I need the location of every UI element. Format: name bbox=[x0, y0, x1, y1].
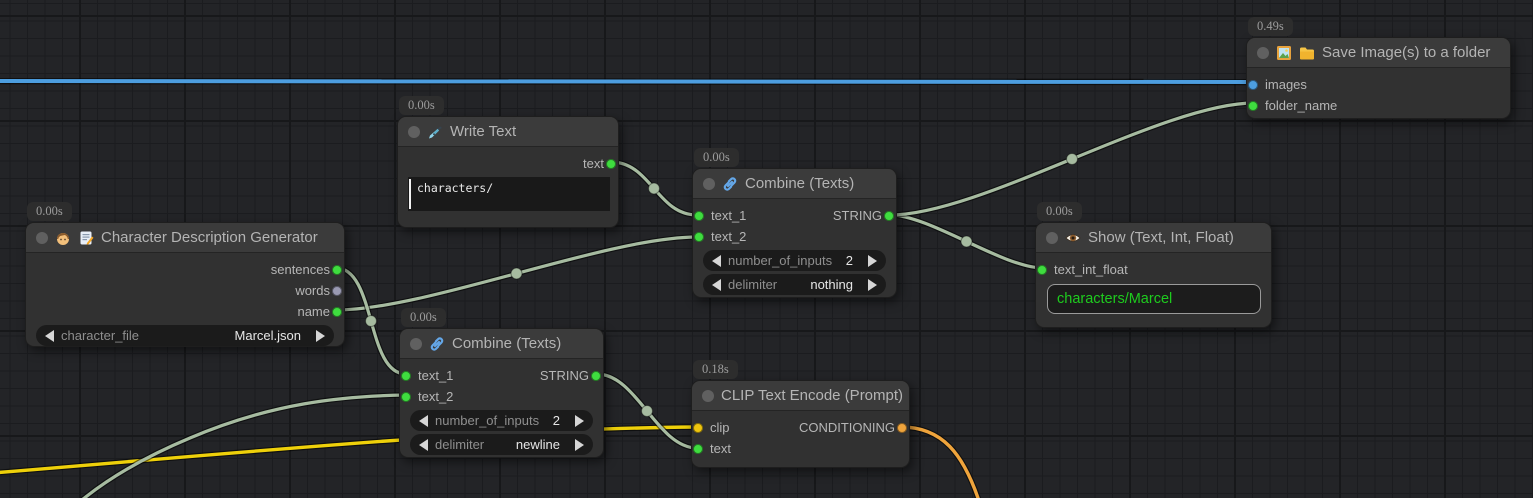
node-title: Character Description Generator bbox=[101, 229, 318, 246]
collapse-dot[interactable] bbox=[410, 338, 422, 350]
node-title: Write Text bbox=[450, 123, 516, 140]
output-port-string[interactable] bbox=[884, 211, 894, 221]
node-show-text-int-float[interactable]: 0.00s Show (Text, Int, Float) text_int_f… bbox=[1035, 222, 1272, 328]
input-row-images: images bbox=[1247, 74, 1510, 95]
slot-row: text_1 STRING bbox=[693, 205, 896, 226]
show-value-display: characters/Marcel bbox=[1047, 284, 1261, 314]
input-port-text-2[interactable] bbox=[694, 232, 704, 242]
link-icon bbox=[429, 336, 445, 352]
input-port-folder-name[interactable] bbox=[1248, 101, 1258, 111]
delimiter-widget[interactable]: delimiter newline bbox=[410, 434, 593, 455]
node-title: Combine (Texts) bbox=[452, 335, 561, 352]
link-icon bbox=[722, 176, 738, 192]
collapse-dot[interactable] bbox=[36, 232, 48, 244]
node-titlebar[interactable]: Show (Text, Int, Float) bbox=[1036, 223, 1271, 253]
increment-arrow-icon[interactable] bbox=[316, 330, 325, 342]
node-title: Combine (Texts) bbox=[745, 175, 854, 192]
input-port-text-int-float[interactable] bbox=[1037, 265, 1047, 275]
node-titlebar[interactable]: Character Description Generator bbox=[26, 223, 344, 253]
slot-row: text bbox=[692, 438, 909, 459]
output-port-sentences[interactable] bbox=[332, 265, 342, 275]
output-row-name: name bbox=[26, 301, 344, 322]
decrement-arrow-icon[interactable] bbox=[419, 415, 428, 427]
increment-arrow-icon[interactable] bbox=[868, 279, 877, 291]
output-port-name[interactable] bbox=[332, 307, 342, 317]
input-port-text[interactable] bbox=[693, 444, 703, 454]
execution-time-badge: 0.18s bbox=[693, 360, 738, 379]
execution-time-badge: 0.00s bbox=[694, 148, 739, 167]
execution-time-badge: 0.00s bbox=[27, 202, 72, 221]
link-midpoint-dot bbox=[642, 406, 653, 417]
eye-icon bbox=[1065, 230, 1081, 246]
framed-picture-icon bbox=[1276, 45, 1292, 61]
node-save-images-to-folder[interactable]: 0.49s Save Image(s) to a folder images f… bbox=[1246, 37, 1511, 119]
node-write-text[interactable]: 0.00s Write Text text characters/ bbox=[397, 116, 619, 228]
node-graph-canvas[interactable]: 0.00s Character Description Generator se… bbox=[0, 0, 1533, 498]
output-port-string[interactable] bbox=[591, 371, 601, 381]
person-icon bbox=[55, 230, 71, 246]
node-combine-texts-bottom[interactable]: 0.00s Combine (Texts) text_1 STRING text… bbox=[399, 328, 604, 458]
decrement-arrow-icon[interactable] bbox=[45, 330, 54, 342]
node-combine-texts-top[interactable]: 0.00s Combine (Texts) text_1 STRING text… bbox=[692, 168, 897, 298]
input-port-text-1[interactable] bbox=[694, 211, 704, 221]
folder-icon bbox=[1299, 45, 1315, 61]
collapse-dot[interactable] bbox=[702, 390, 714, 402]
decrement-arrow-icon[interactable] bbox=[712, 255, 721, 267]
text-cursor bbox=[409, 179, 411, 209]
collapse-dot[interactable] bbox=[1257, 47, 1269, 59]
execution-time-badge: 0.00s bbox=[401, 308, 446, 327]
node-title: Save Image(s) to a folder bbox=[1322, 44, 1490, 61]
number-of-inputs-widget[interactable]: number_of_inputs 2 bbox=[410, 410, 593, 431]
node-titlebar[interactable]: Combine (Texts) bbox=[693, 169, 896, 199]
node-character-description-generator[interactable]: 0.00s Character Description Generator se… bbox=[25, 222, 345, 347]
node-title: Show (Text, Int, Float) bbox=[1088, 229, 1234, 246]
output-port-text[interactable] bbox=[606, 159, 616, 169]
link-midpoint-dot bbox=[366, 316, 377, 327]
node-titlebar[interactable]: Combine (Texts) bbox=[400, 329, 603, 359]
node-titlebar[interactable]: CLIP Text Encode (Prompt) bbox=[692, 381, 909, 411]
slot-row: text_2 bbox=[400, 386, 603, 407]
link-midpoint-dot bbox=[1067, 154, 1078, 165]
fountain-pen-icon bbox=[427, 124, 443, 140]
execution-time-badge: 0.00s bbox=[399, 96, 444, 115]
link-midpoint-dot bbox=[649, 183, 660, 194]
node-clip-text-encode[interactable]: 0.18s CLIP Text Encode (Prompt) clip CON… bbox=[691, 380, 910, 468]
input-port-text-2[interactable] bbox=[401, 392, 411, 402]
delimiter-widget[interactable]: delimiter nothing bbox=[703, 274, 886, 295]
node-titlebar[interactable]: Save Image(s) to a folder bbox=[1247, 38, 1510, 68]
input-row-text-int-float: text_int_float bbox=[1036, 259, 1271, 280]
decrement-arrow-icon[interactable] bbox=[419, 439, 428, 451]
slot-row: clip CONDITIONING bbox=[692, 417, 909, 438]
increment-arrow-icon[interactable] bbox=[868, 255, 877, 267]
slot-row: text_1 STRING bbox=[400, 365, 603, 386]
slot-row: text_2 bbox=[693, 226, 896, 247]
execution-time-badge: 0.00s bbox=[1037, 202, 1082, 221]
output-row-text: text bbox=[398, 153, 618, 174]
input-port-clip[interactable] bbox=[693, 423, 703, 433]
number-of-inputs-widget[interactable]: number_of_inputs 2 bbox=[703, 250, 886, 271]
increment-arrow-icon[interactable] bbox=[575, 415, 584, 427]
execution-time-badge: 0.49s bbox=[1248, 17, 1293, 36]
collapse-dot[interactable] bbox=[1046, 232, 1058, 244]
output-port-words[interactable] bbox=[332, 286, 342, 296]
node-title: CLIP Text Encode (Prompt) bbox=[721, 387, 903, 404]
increment-arrow-icon[interactable] bbox=[575, 439, 584, 451]
output-row-sentences: sentences bbox=[26, 259, 344, 280]
output-row-words: words bbox=[26, 280, 344, 301]
memo-icon bbox=[78, 230, 94, 246]
output-port-conditioning[interactable] bbox=[897, 423, 907, 433]
input-port-text-1[interactable] bbox=[401, 371, 411, 381]
collapse-dot[interactable] bbox=[408, 126, 420, 138]
character-file-widget[interactable]: character_file Marcel.json bbox=[36, 325, 334, 346]
node-titlebar[interactable]: Write Text bbox=[398, 117, 618, 147]
collapse-dot[interactable] bbox=[703, 178, 715, 190]
link-midpoint-dot bbox=[511, 268, 522, 279]
text-input-area[interactable]: characters/ bbox=[408, 177, 610, 211]
input-row-folder-name: folder_name bbox=[1247, 95, 1510, 116]
input-port-images[interactable] bbox=[1248, 80, 1258, 90]
link-midpoint-dot bbox=[961, 236, 972, 247]
decrement-arrow-icon[interactable] bbox=[712, 279, 721, 291]
